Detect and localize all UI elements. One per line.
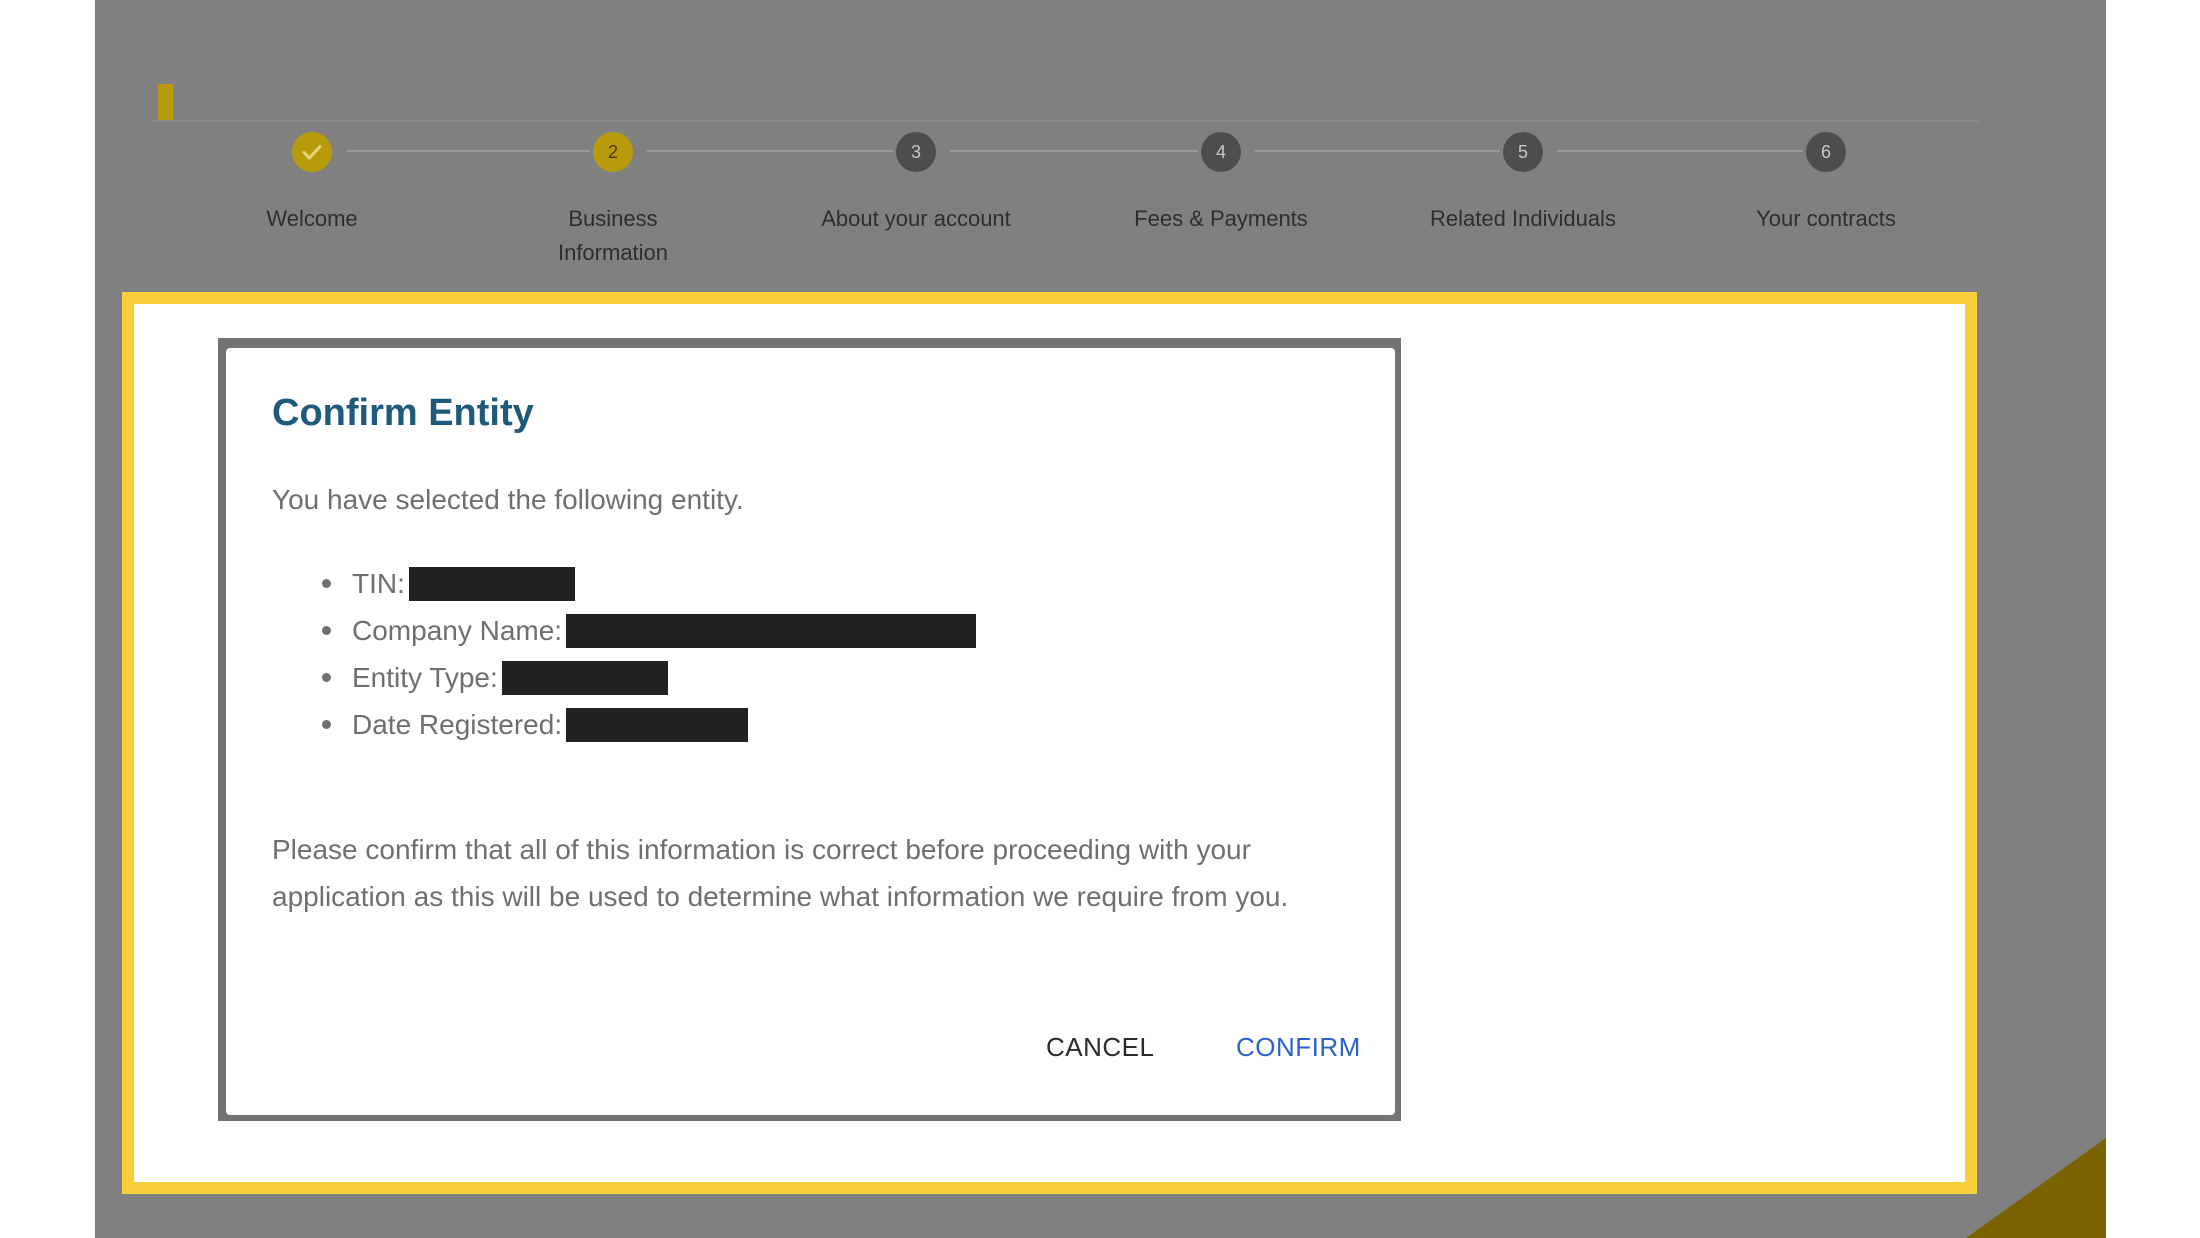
cancel-button[interactable]: CANCEL (1046, 1032, 1154, 1063)
step-3-circle[interactable]: 3 (896, 132, 936, 172)
dialog-confirmation-note: Please confirm that all of this informat… (272, 834, 1289, 912)
entity-field-date-registered: Date Registered: (272, 701, 976, 748)
field-label: TIN: (352, 567, 405, 599)
field-label: Date Registered: (352, 708, 563, 740)
step-5-circle[interactable]: 5 (1503, 132, 1543, 172)
bullet-icon (322, 626, 331, 635)
header-divider (153, 120, 1978, 122)
redacted-value (408, 566, 575, 601)
bullet-icon (322, 720, 331, 729)
stepper-connector (950, 150, 1198, 152)
stepper-connector (1557, 150, 1803, 152)
redacted-value (501, 660, 668, 695)
confirm-entity-dialog: Confirm Entity You have selected the fol… (226, 348, 1395, 1115)
dialog-intro-text: You have selected the following entity. (272, 484, 744, 515)
step-2-label: Business Information (557, 206, 669, 265)
step-1-circle[interactable] (292, 132, 332, 172)
step-6-label: Your contracts (1756, 206, 1896, 231)
redacted-value (566, 707, 749, 742)
step-6-circle[interactable]: 6 (1806, 132, 1846, 172)
redacted-value (566, 613, 977, 648)
stepper-connector (347, 150, 590, 152)
entity-field-tin: TIN: (272, 560, 976, 607)
stepper-connector (1255, 150, 1500, 152)
entity-details-list: TIN: Company Name: Entity Type: Date Reg… (272, 560, 977, 748)
bullet-icon (322, 673, 331, 682)
step-3-label: About your account (821, 206, 1011, 231)
field-label: Entity Type: (352, 661, 498, 693)
step-5-label: Related Individuals (1430, 206, 1616, 231)
step-1-label: Welcome (266, 206, 358, 231)
bullet-icon (322, 579, 331, 588)
confirm-button[interactable]: CONFIRM (1236, 1032, 1361, 1063)
check-icon (302, 145, 322, 160)
step-2-circle[interactable]: 2 (593, 132, 633, 172)
step-4-circle[interactable]: 4 (1201, 132, 1241, 172)
field-label: Company Name: (352, 614, 563, 646)
entity-field-entity-type: Entity Type: (272, 654, 976, 701)
entity-field-company-name: Company Name: (272, 607, 977, 654)
dialog-title: Confirm Entity (272, 392, 534, 434)
progress-indicator (158, 84, 173, 120)
stepper-connector (647, 150, 893, 152)
step-4-label: Fees & Payments (1134, 206, 1308, 231)
